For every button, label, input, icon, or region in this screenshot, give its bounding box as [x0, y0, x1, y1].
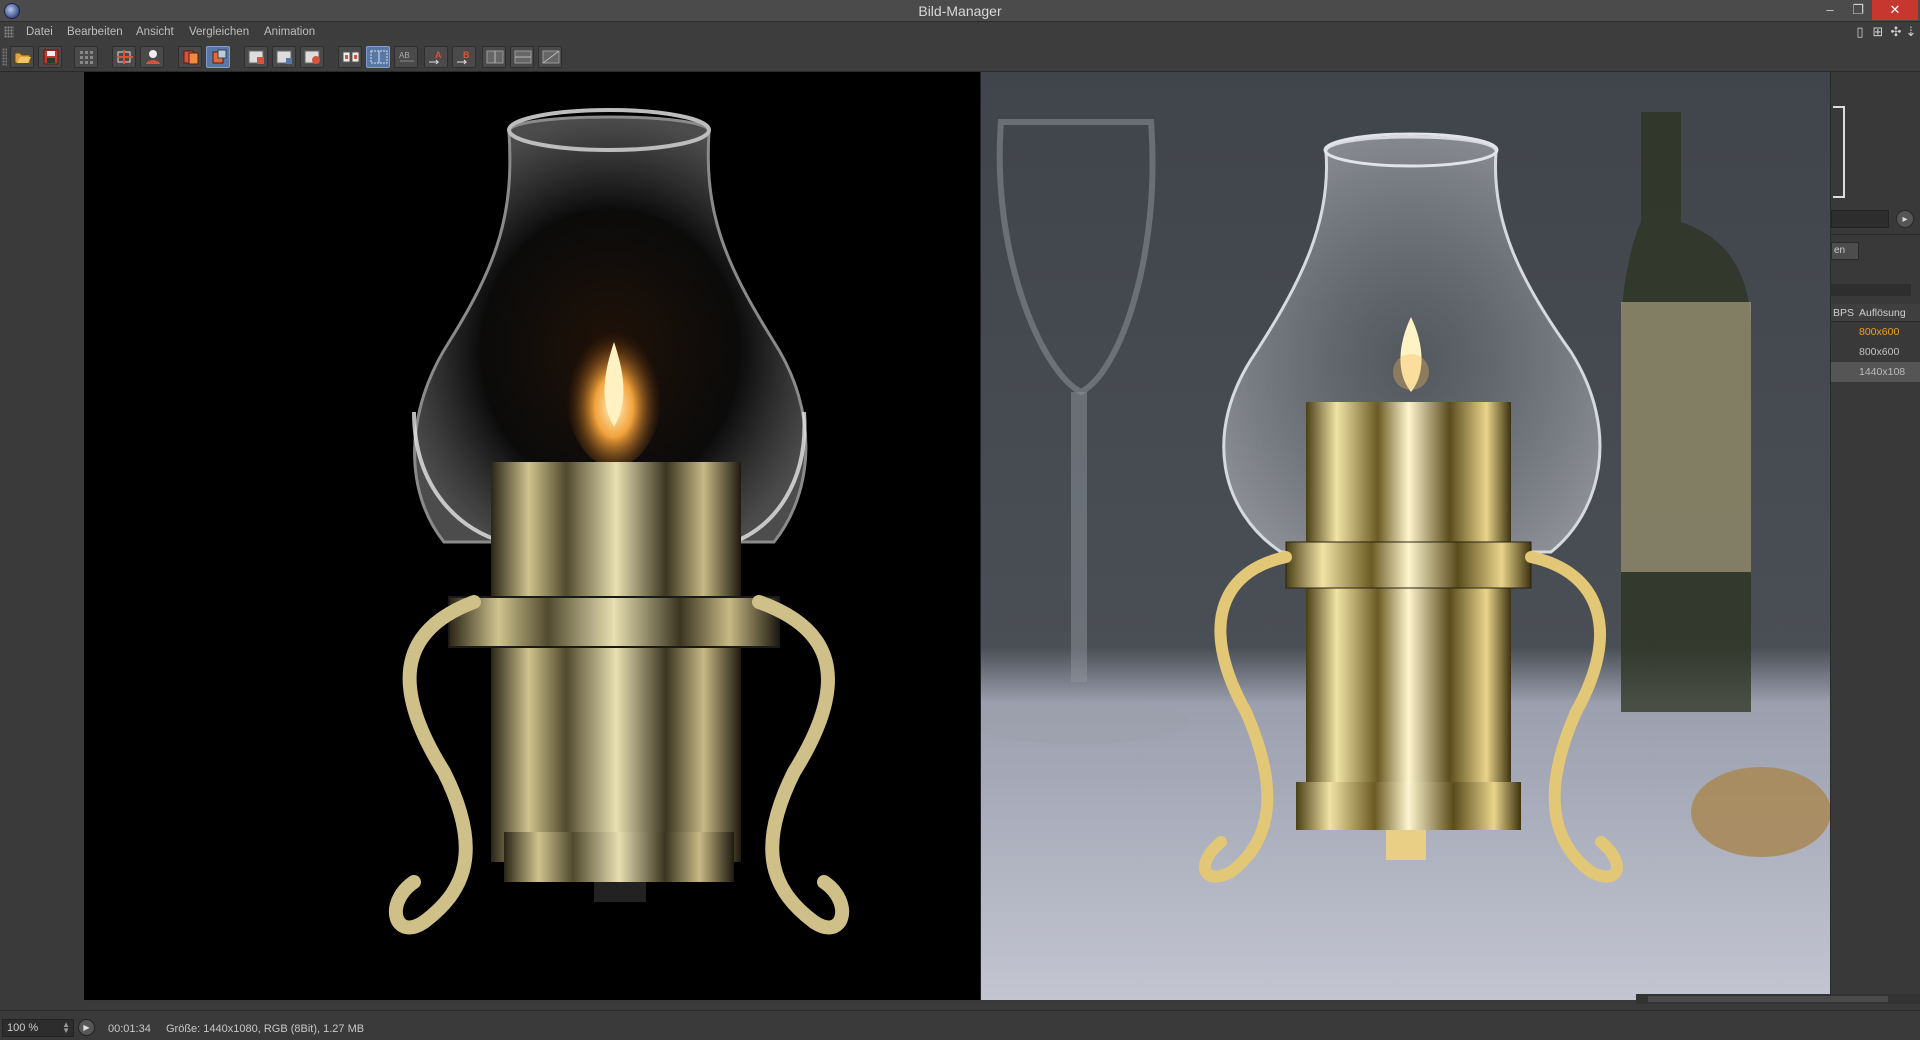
menu-animation[interactable]: Animation [264, 26, 315, 38]
compare-icon[interactable] [338, 46, 362, 68]
right-panel: ▸ en BPS Auflösung 800x600 800x600 1440x… [1830, 72, 1920, 1002]
move-icon[interactable]: ✣ [1888, 24, 1904, 40]
toolbar-grip-icon[interactable] [2, 48, 7, 66]
menu-bearbeiten[interactable]: Bearbeiten [67, 26, 123, 38]
status-bar: 100 % ▲ ▼ ▶ 00:01:34 Größe: 1440x1080, RG… [0, 1010, 1920, 1040]
arrow-down-icon[interactable]: ⇣ [1903, 24, 1919, 40]
preview-frame [1833, 106, 1845, 198]
close-button[interactable]: ✕ [1872, 0, 1918, 20]
table-row[interactable]: 800x600 [1831, 322, 1920, 342]
row-resolution: 800x600 [1859, 326, 1900, 338]
split-v-icon[interactable] [510, 46, 534, 68]
panel-arrow-icon[interactable]: ▸ [1896, 210, 1914, 228]
view-b-icon[interactable] [272, 46, 296, 68]
user-icon[interactable] [140, 46, 164, 68]
zoom-input[interactable]: 100 % ▲ ▼ [2, 1019, 74, 1037]
svg-text:AB: AB [399, 51, 410, 60]
photo-image-b[interactable] [981, 72, 1830, 1000]
column-bps[interactable]: BPS [1833, 307, 1854, 319]
zoom-fit-icon[interactable] [112, 46, 136, 68]
row-resolution: 800x600 [1859, 346, 1900, 358]
status-info: Größe: 1440x1080, RGB (8Bit), 1.27 MB [166, 1023, 365, 1035]
render-image-a[interactable] [84, 72, 981, 1000]
table-header: BPS Auflösung [1831, 304, 1920, 322]
panel-separator [1831, 234, 1920, 235]
panel-field[interactable] [1831, 210, 1889, 228]
svg-text:A: A [435, 50, 442, 60]
table-row[interactable]: 1440x108 [1831, 362, 1920, 382]
open-icon[interactable] [10, 46, 34, 68]
table-row[interactable]: 800x600 [1831, 342, 1920, 362]
view-ab-icon[interactable] [300, 46, 324, 68]
set-a-icon[interactable]: A [424, 46, 448, 68]
layout-icon[interactable]: ⊞ [1870, 24, 1886, 40]
svg-text:B: B [463, 50, 470, 60]
left-gutter [0, 72, 84, 1002]
menu-grip-icon[interactable] [4, 26, 14, 38]
column-resolution[interactable]: Auflösung [1859, 307, 1906, 319]
restore-button[interactable]: ❐ [1844, 0, 1872, 20]
view-a-icon[interactable] [244, 46, 268, 68]
layer-copy-icon[interactable] [206, 46, 230, 68]
split-diag-icon[interactable] [538, 46, 562, 68]
image-viewer [0, 72, 1920, 1002]
menu-bar: Datei Bearbeiten Ansicht Vergleichen Ani… [0, 22, 1920, 42]
spinner-icon[interactable]: ▲ ▼ [62, 1021, 70, 1035]
status-time: 00:01:34 [108, 1023, 151, 1035]
scrollbar-thumb[interactable] [1648, 996, 1888, 1002]
image-list-table: BPS Auflösung 800x600 800x600 1440x108 [1831, 304, 1920, 382]
panel-bar [1831, 284, 1911, 296]
minimize-button[interactable]: – [1816, 0, 1844, 20]
layers-icon[interactable] [178, 46, 202, 68]
title-bar: Bild-Manager – ❐ ✕ [0, 0, 1920, 22]
toolbar: AB A B [0, 42, 1920, 72]
play-button[interactable]: ▶ [78, 1019, 95, 1036]
compare-active-icon[interactable] [366, 46, 390, 68]
set-b-icon[interactable]: B [452, 46, 476, 68]
window-title: Bild-Manager [918, 3, 1002, 19]
menu-datei[interactable]: Datei [26, 26, 53, 38]
menu-vergleichen[interactable]: Vergleichen [189, 26, 249, 38]
split-h-icon[interactable] [482, 46, 506, 68]
row-resolution: 1440x108 [1859, 366, 1906, 378]
menu-ansicht[interactable]: Ansicht [136, 26, 174, 38]
panel-icon[interactable]: ▯ [1852, 24, 1868, 40]
zoom-value: 100 % [7, 1022, 39, 1034]
ab-icon[interactable]: AB [394, 46, 418, 68]
panel-button[interactable]: en [1831, 242, 1859, 260]
channel-grid-icon[interactable] [74, 46, 98, 68]
horizontal-scrollbar[interactable] [1636, 994, 1920, 1004]
save-icon[interactable] [38, 46, 62, 68]
